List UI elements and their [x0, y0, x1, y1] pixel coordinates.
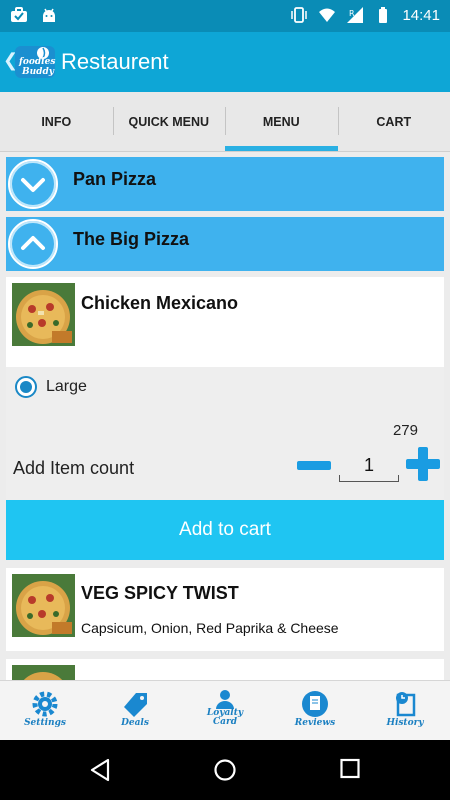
clock-document-icon — [396, 692, 416, 717]
category-pan-pizza[interactable]: Pan Pizza — [6, 157, 444, 211]
system-nav-bar — [0, 740, 450, 800]
gear-icon — [32, 691, 58, 717]
nav-deals[interactable]: Deals — [90, 681, 180, 740]
person-icon — [216, 690, 234, 709]
category-the-big-pizza[interactable]: The Big Pizza — [6, 217, 444, 271]
battery-icon — [379, 7, 388, 23]
svg-text:R: R — [349, 9, 355, 18]
tag-icon — [124, 693, 147, 717]
wifi-icon — [319, 8, 336, 22]
menu-item-veg-spicy-twist[interactable]: VEG SPICY TWIST Capsicum, Onion, Red Pap… — [6, 568, 444, 651]
nav-label: Settings — [24, 718, 66, 728]
pizza-thumbnail — [12, 665, 75, 680]
menu-item-chicken-mexicano[interactable]: Chicken Mexicano — [6, 277, 444, 367]
chevron-up-icon[interactable] — [8, 219, 58, 269]
size-label: Large — [46, 378, 87, 395]
tab-cart[interactable]: CART — [337, 92, 450, 151]
item-count-label: Add Item count — [13, 458, 135, 478]
item-name: Chicken Mexicano — [81, 293, 239, 313]
menu-scroll-area[interactable]: INFO QUICK MENU MENU CART Pan Pizza The … — [0, 92, 450, 680]
bottom-nav: Settings Deals Loyalty Card Reviews Hist… — [0, 680, 450, 740]
android-icon — [43, 8, 55, 22]
category-label: Pan Pizza — [73, 169, 157, 189]
recents-icon[interactable] — [340, 758, 360, 780]
tab-quick-menu[interactable]: QUICK MENU — [112, 92, 226, 151]
increment-button[interactable] — [406, 447, 440, 481]
nav-label: Loyalty Card — [206, 708, 244, 727]
nav-label: History — [386, 718, 424, 728]
vibrate-icon — [291, 7, 308, 23]
home-icon[interactable] — [213, 758, 237, 782]
chevron-down-icon[interactable] — [8, 159, 58, 209]
back-icon[interactable] — [89, 758, 111, 782]
menu-item-partial[interactable] — [6, 659, 444, 680]
decrement-button[interactable] — [297, 461, 331, 470]
svg-text:foodies: foodies — [18, 57, 55, 67]
quantity-field[interactable]: 1 — [339, 453, 399, 482]
category-label: The Big Pizza — [73, 229, 190, 249]
item-options: Large 279 Add Item count 1 — [6, 367, 444, 500]
nav-loyalty-card[interactable]: Loyalty Card — [180, 681, 270, 740]
tab-info[interactable]: INFO — [0, 92, 113, 151]
briefcase-icon — [11, 7, 27, 22]
menu-list: Pan Pizza The Big Pizza Chicken Mexicano — [6, 157, 444, 680]
status-time: 14:41 — [402, 6, 440, 24]
add-to-cart-button[interactable]: Add to cart — [6, 500, 444, 560]
tab-bar: INFO QUICK MENU MENU CART — [0, 92, 450, 152]
app-logo[interactable]: foodies Buddy — [13, 42, 57, 82]
size-radio[interactable] — [15, 376, 37, 398]
status-bar: R 14:41 — [0, 0, 450, 32]
item-name: VEG SPICY TWIST — [81, 583, 239, 603]
svg-text:Buddy: Buddy — [21, 67, 55, 77]
signal-icon: R — [347, 7, 364, 23]
document-icon — [302, 691, 328, 717]
item-description: Capsicum, Onion, Red Paprika & Cheese — [81, 620, 339, 636]
item-price: 279 — [392, 422, 418, 439]
pizza-thumbnail — [12, 574, 75, 637]
nav-label: Reviews — [294, 718, 336, 728]
pizza-thumbnail — [12, 283, 75, 346]
page-title: Restaurent — [61, 49, 169, 74]
nav-settings[interactable]: Settings — [0, 681, 90, 740]
nav-label: Deals — [121, 718, 149, 728]
app-bar: ❮ foodies Buddy Restaurent — [0, 32, 450, 92]
nav-history[interactable]: History — [360, 681, 450, 740]
tab-menu[interactable]: MENU — [225, 92, 338, 151]
nav-reviews[interactable]: Reviews — [270, 681, 360, 740]
